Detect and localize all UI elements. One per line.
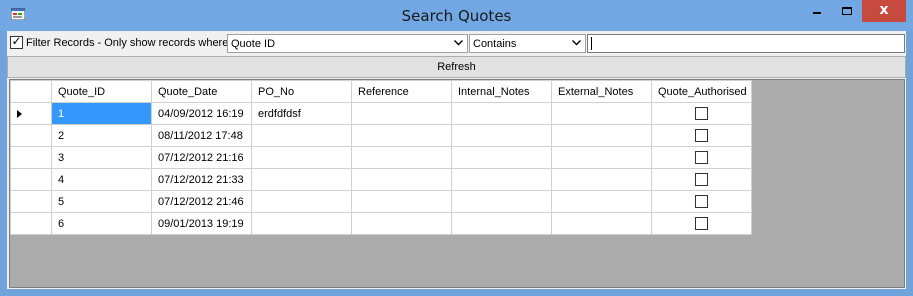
column-header-reference[interactable]: Reference xyxy=(351,80,452,103)
cell-external-notes[interactable] xyxy=(551,212,652,235)
cell-reference[interactable] xyxy=(351,102,452,125)
cell-internal-notes[interactable] xyxy=(451,168,552,191)
row-header[interactable] xyxy=(10,190,52,213)
cell-po-no[interactable] xyxy=(251,168,352,191)
cell-reference[interactable] xyxy=(351,168,452,191)
quote-authorised-checkbox[interactable] xyxy=(695,151,708,164)
cell-reference[interactable] xyxy=(351,212,452,235)
cell-reference[interactable] xyxy=(351,146,452,169)
cell-quote-id[interactable]: 6 xyxy=(51,212,152,235)
column-header-external-notes[interactable]: External_Notes xyxy=(551,80,652,103)
cell-quote-id[interactable]: 3 xyxy=(51,146,152,169)
filter-value-input[interactable] xyxy=(587,34,905,53)
cell-external-notes[interactable] xyxy=(551,190,652,213)
current-row-pointer-icon xyxy=(17,109,22,118)
search-quotes-window: Search Quotes x ✓ Filter Records - Only … xyxy=(0,0,913,296)
column-header-quote-id[interactable]: Quote_ID xyxy=(51,80,152,103)
row-header[interactable] xyxy=(10,168,52,191)
refresh-button[interactable]: Refresh xyxy=(7,56,906,78)
row-header[interactable] xyxy=(10,146,52,169)
maximize-icon xyxy=(842,7,852,15)
filter-field-value: Quote ID xyxy=(231,38,276,50)
minimize-button[interactable] xyxy=(800,0,832,22)
close-button[interactable]: x xyxy=(862,0,906,22)
cell-quote-authorised xyxy=(651,146,752,169)
cell-quote-authorised xyxy=(651,190,752,213)
column-header-internal-notes[interactable]: Internal_Notes xyxy=(451,80,552,103)
filter-operator-value: Contains xyxy=(473,38,517,50)
text-caret xyxy=(591,37,592,50)
chevron-down-icon[interactable] xyxy=(451,35,467,52)
filter-row: ✓ Filter Records - Only show records whe… xyxy=(7,31,906,55)
filter-field-select[interactable]: Quote ID xyxy=(227,34,468,53)
table-row[interactable]: 5 07/12/2012 21:46 xyxy=(10,190,752,213)
cell-quote-date[interactable]: 09/01/2013 19:19 xyxy=(151,212,252,235)
cell-internal-notes[interactable] xyxy=(451,124,552,147)
quote-authorised-checkbox[interactable] xyxy=(695,173,708,186)
cell-quote-date[interactable]: 08/11/2012 17:48 xyxy=(151,124,252,147)
cell-quote-authorised xyxy=(651,124,752,147)
table-row[interactable]: 1 04/09/2012 16:19 erdfdfdsf xyxy=(10,102,752,125)
filter-records-checkbox[interactable]: ✓ xyxy=(10,34,23,49)
column-header-quote-authorised[interactable]: Quote_Authorised xyxy=(651,80,752,103)
table-row[interactable]: 6 09/01/2013 19:19 xyxy=(10,212,752,235)
checkmark-icon: ✓ xyxy=(11,34,22,48)
cell-quote-authorised xyxy=(651,102,752,125)
quotes-grid[interactable]: Quote_ID Quote_Date PO_No Reference Inte… xyxy=(9,79,905,288)
filter-records-label: Filter Records - Only show records where xyxy=(26,37,229,49)
cell-internal-notes[interactable] xyxy=(451,102,552,125)
cell-po-no[interactable] xyxy=(251,146,352,169)
cell-po-no[interactable] xyxy=(251,124,352,147)
column-header-po-no[interactable]: PO_No xyxy=(251,80,352,103)
table-row[interactable]: 2 08/11/2012 17:48 xyxy=(10,124,752,147)
row-header[interactable] xyxy=(10,124,52,147)
cell-quote-authorised xyxy=(651,212,752,235)
grid-corner-header[interactable] xyxy=(10,80,52,103)
column-header-quote-date[interactable]: Quote_Date xyxy=(151,80,252,103)
cell-internal-notes[interactable] xyxy=(451,146,552,169)
window-title: Search Quotes xyxy=(401,7,512,25)
quote-authorised-checkbox[interactable] xyxy=(695,195,708,208)
cell-internal-notes[interactable] xyxy=(451,190,552,213)
table-row[interactable]: 3 07/12/2012 21:16 xyxy=(10,146,752,169)
maximize-button[interactable] xyxy=(832,0,862,22)
cell-quote-date[interactable]: 07/12/2012 21:16 xyxy=(151,146,252,169)
cell-quote-id[interactable]: 5 xyxy=(51,190,152,213)
client-area: ✓ Filter Records - Only show records whe… xyxy=(7,31,906,289)
row-header[interactable] xyxy=(10,212,52,235)
quote-authorised-checkbox[interactable] xyxy=(695,107,708,120)
cell-reference[interactable] xyxy=(351,124,452,147)
cell-quote-date[interactable]: 07/12/2012 21:46 xyxy=(151,190,252,213)
cell-po-no[interactable] xyxy=(251,190,352,213)
cell-external-notes[interactable] xyxy=(551,168,652,191)
cell-quote-authorised xyxy=(651,168,752,191)
cell-reference[interactable] xyxy=(351,190,452,213)
cell-quote-id[interactable]: 2 xyxy=(51,124,152,147)
cell-external-notes[interactable] xyxy=(551,124,652,147)
cell-po-no[interactable]: erdfdfdsf xyxy=(251,102,352,125)
quote-authorised-checkbox[interactable] xyxy=(695,217,708,230)
cell-internal-notes[interactable] xyxy=(451,212,552,235)
cell-quote-id[interactable]: 4 xyxy=(51,168,152,191)
cell-external-notes[interactable] xyxy=(551,102,652,125)
row-header[interactable] xyxy=(10,102,52,125)
cell-external-notes[interactable] xyxy=(551,146,652,169)
quote-authorised-checkbox[interactable] xyxy=(695,129,708,142)
cell-quote-id[interactable]: 1 xyxy=(51,102,152,125)
header-row: Quote_ID Quote_Date PO_No Reference Inte… xyxy=(10,80,752,103)
cell-quote-date[interactable]: 04/09/2012 16:19 xyxy=(151,102,252,125)
minimize-icon xyxy=(813,12,821,14)
table-row[interactable]: 4 07/12/2012 21:33 xyxy=(10,168,752,191)
filter-operator-select[interactable]: Contains xyxy=(469,34,586,53)
close-icon: x xyxy=(879,2,889,18)
title-bar[interactable]: Search Quotes x xyxy=(0,0,913,31)
cell-po-no[interactable] xyxy=(251,212,352,235)
quotes-table: Quote_ID Quote_Date PO_No Reference Inte… xyxy=(10,80,752,235)
cell-quote-date[interactable]: 07/12/2012 21:33 xyxy=(151,168,252,191)
chevron-down-icon[interactable] xyxy=(569,35,585,52)
